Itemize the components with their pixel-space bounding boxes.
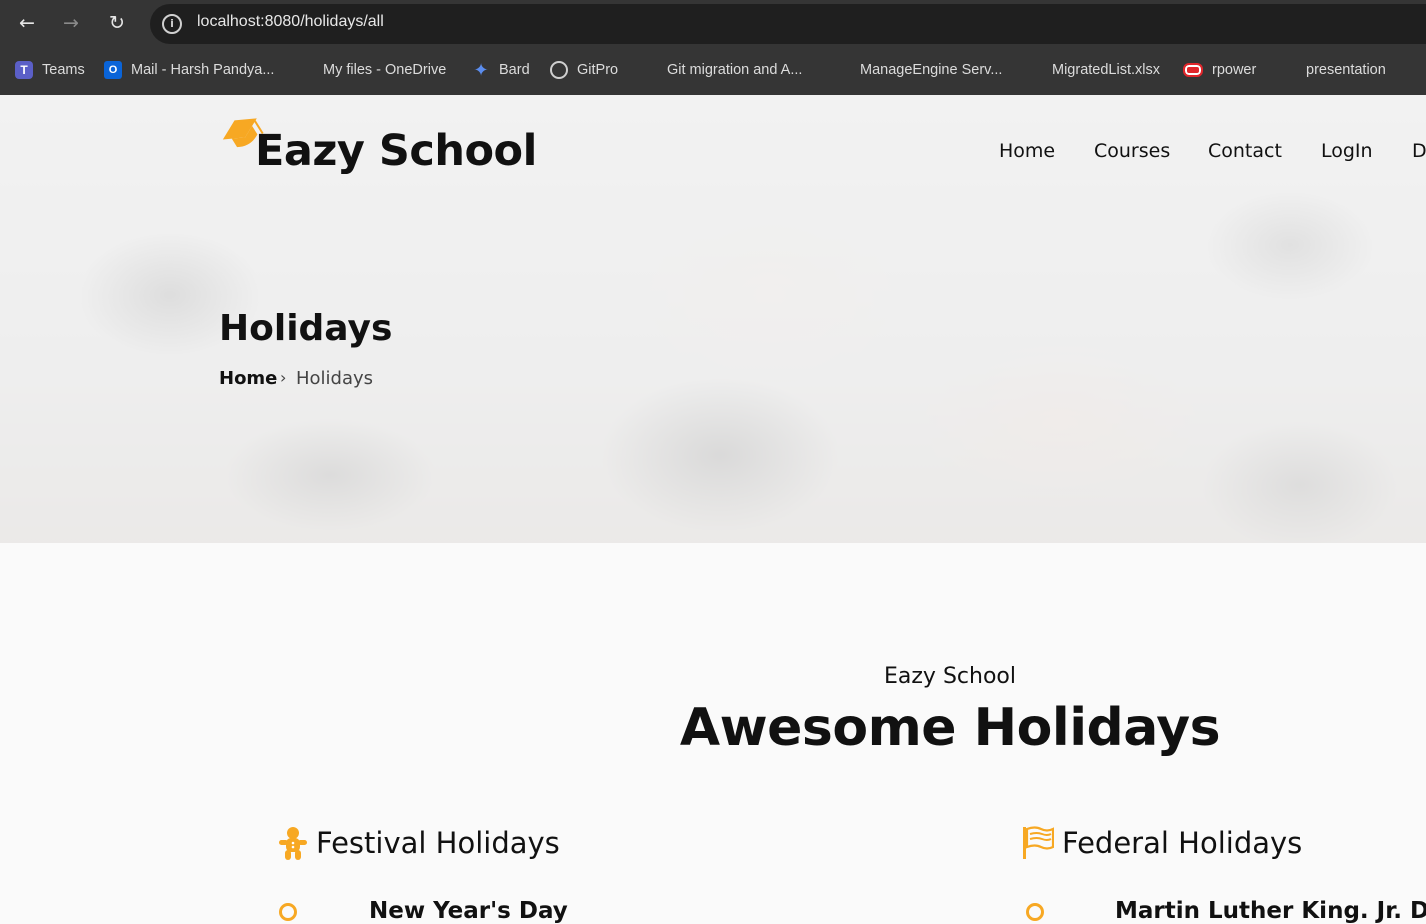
section-subtitle: Eazy School bbox=[884, 664, 1016, 689]
hero-banner bbox=[0, 95, 1426, 543]
bookmark-label: Bard bbox=[499, 62, 530, 78]
url-text[interactable]: localhost:8080/holidays/all bbox=[197, 13, 384, 31]
holiday-bullet-icon bbox=[279, 903, 297, 921]
bookmark-label: Mail - Harsh Pandya... bbox=[131, 62, 275, 78]
teams-icon: T bbox=[15, 61, 33, 79]
breadcrumb-current: Holidays bbox=[296, 368, 374, 389]
microsoft-icon bbox=[1025, 61, 1043, 79]
festival-holiday-name: New Year's Day bbox=[369, 898, 568, 924]
microsoft-icon bbox=[640, 61, 658, 79]
bookmark-label: Git migration and A... bbox=[667, 62, 803, 78]
bard-sparkle-icon: ✦ bbox=[473, 60, 489, 80]
nav-courses[interactable]: Courses bbox=[1094, 140, 1170, 162]
bookmark-label: presentation bbox=[1306, 62, 1386, 78]
bookmark-label: ManageEngine Serv... bbox=[860, 62, 1003, 78]
flag-icon bbox=[1023, 826, 1054, 859]
microsoft-icon bbox=[1408, 61, 1426, 79]
bookmark-label: GitPro bbox=[577, 62, 619, 78]
microsoft-icon bbox=[833, 61, 851, 79]
microsoft-icon bbox=[1279, 61, 1297, 79]
address-bar[interactable]: i localhost:8080/holidays/all bbox=[150, 4, 1426, 44]
back-arrow-icon[interactable]: ← bbox=[14, 10, 40, 36]
globe-icon bbox=[550, 61, 568, 79]
browser-chrome: ← → ↻ i localhost:8080/holidays/all T Te… bbox=[0, 0, 1426, 95]
bookmark-manageengine[interactable]: ManageEngine Serv... bbox=[833, 55, 1002, 85]
bookmark-label: My files - OneDrive bbox=[323, 62, 447, 78]
microsoft-icon bbox=[296, 61, 314, 79]
bookmark-label: rpower bbox=[1212, 62, 1257, 78]
reload-icon[interactable]: ↻ bbox=[104, 10, 130, 36]
bookmarks-bar: T Teams O Mail - Harsh Pandya... My file… bbox=[0, 55, 1426, 85]
bookmark-onedrive[interactable]: My files - OneDrive bbox=[296, 55, 446, 85]
section-title: Awesome Holidays bbox=[679, 698, 1221, 758]
bookmark-presentation[interactable]: presentation bbox=[1279, 55, 1386, 85]
bookmark-bard[interactable]: ✦ Bard bbox=[472, 55, 530, 85]
nav-contact[interactable]: Contact bbox=[1208, 140, 1282, 162]
gingerbread-icon bbox=[279, 827, 307, 860]
bookmark-label: Teams bbox=[42, 62, 85, 78]
nav-dashboard[interactable]: D bbox=[1412, 140, 1426, 162]
brand-logo[interactable]: Eazy School bbox=[255, 126, 537, 176]
outlook-icon: O bbox=[104, 61, 122, 79]
bookmark-teams[interactable]: T Teams bbox=[15, 55, 85, 85]
oracle-icon bbox=[1183, 63, 1203, 77]
bookmark-rpower[interactable]: rpower bbox=[1183, 55, 1256, 85]
bookmark-gitpro[interactable]: GitPro bbox=[550, 55, 618, 85]
site-info-icon[interactable]: i bbox=[162, 14, 182, 34]
festival-holidays-heading: Festival Holidays bbox=[316, 826, 560, 860]
bookmark-label: MigratedList.xlsx bbox=[1052, 62, 1160, 78]
bookmark-migratedlist[interactable]: MigratedList.xlsx bbox=[1025, 55, 1160, 85]
federal-holiday-name: Martin Luther King. Jr. Da bbox=[1115, 898, 1426, 924]
nav-login[interactable]: LogIn bbox=[1321, 140, 1373, 162]
bookmark-mail[interactable]: O Mail - Harsh Pandya... bbox=[104, 55, 274, 85]
holiday-bullet-icon bbox=[1026, 903, 1044, 921]
bookmark-overflow[interactable] bbox=[1408, 55, 1426, 85]
breadcrumb-home[interactable]: Home bbox=[219, 368, 277, 389]
page-title: Holidays bbox=[219, 308, 393, 349]
bookmark-git-migration[interactable]: Git migration and A... bbox=[640, 55, 802, 85]
nav-home[interactable]: Home bbox=[999, 140, 1055, 162]
federal-holidays-heading: Federal Holidays bbox=[1062, 826, 1303, 860]
breadcrumb-chevron-icon: › bbox=[280, 368, 287, 387]
forward-arrow-icon[interactable]: → bbox=[58, 10, 84, 36]
